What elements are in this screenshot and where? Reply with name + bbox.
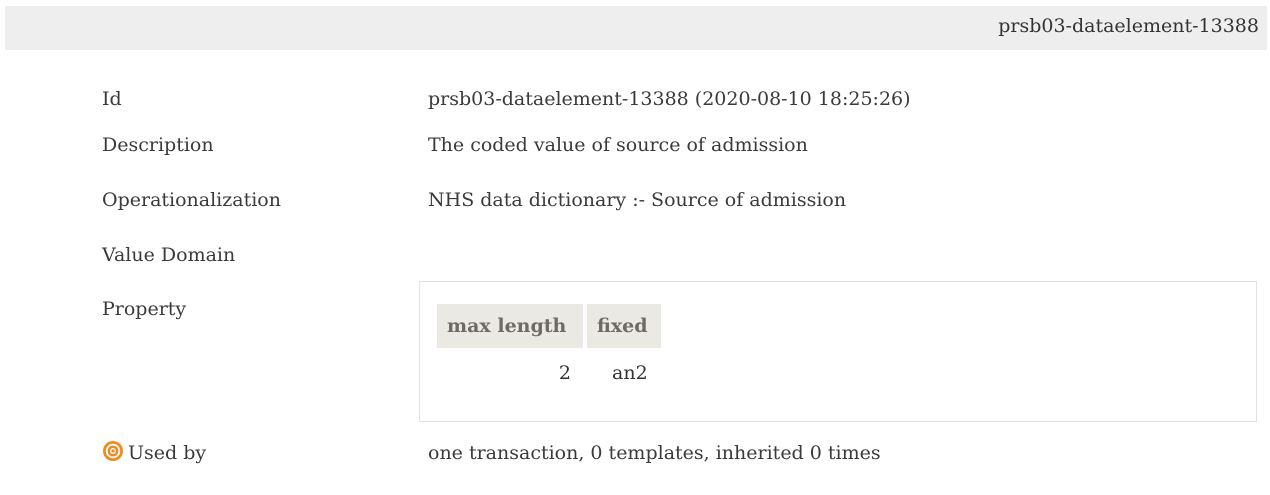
property-cell-fixed: an2 <box>612 362 648 384</box>
description-value: The coded value of source of admission <box>428 134 808 156</box>
value-domain-label: Value Domain <box>102 244 236 266</box>
id-label: Id <box>102 88 122 110</box>
property-cell-max-length: 2 <box>558 362 571 384</box>
property-label: Property <box>102 298 187 320</box>
target-icon <box>102 440 124 462</box>
property-header-fixed: fixed <box>587 304 661 348</box>
header-bar: prsb03-dataelement-13388 <box>5 6 1267 50</box>
operationalization-value: NHS data dictionary :- Source of admissi… <box>428 189 847 211</box>
used-by-label: Used by <box>128 442 207 464</box>
property-header-max-length: max length <box>437 304 583 348</box>
id-value: prsb03-dataelement-13388 (2020-08-10 18:… <box>428 88 911 110</box>
operationalization-label: Operationalization <box>102 189 281 211</box>
property-box: max length fixed 2 an2 <box>419 281 1257 422</box>
used-by-value[interactable]: one transaction, 0 templates, inherited … <box>428 442 881 464</box>
header-element-id: prsb03-dataelement-13388 <box>998 15 1259 37</box>
description-label: Description <box>102 134 214 156</box>
